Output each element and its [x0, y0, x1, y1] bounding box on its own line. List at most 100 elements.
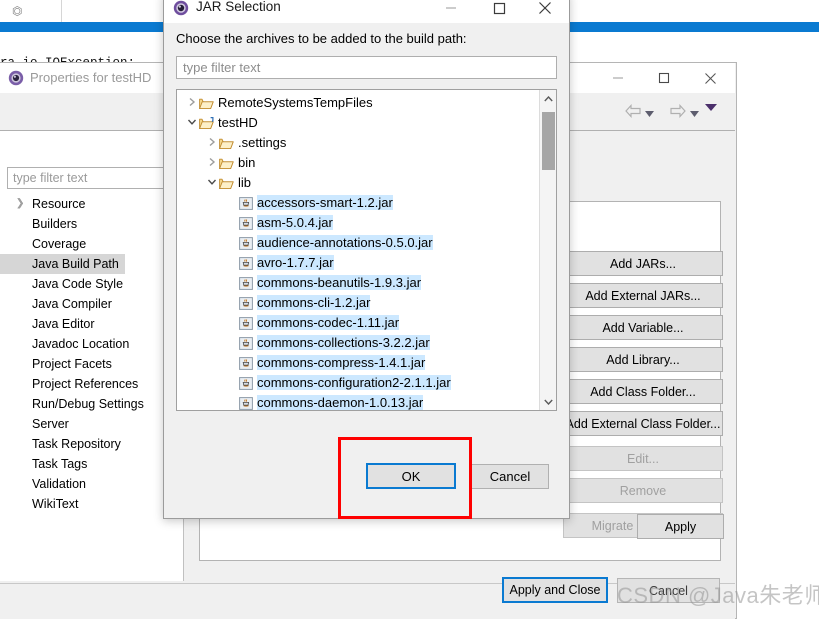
jar-tree-row[interactable]: commons-configuration2-2.1.1.jar — [177, 373, 537, 393]
jar-tree-row-label: asm-5.0.4.jar — [257, 215, 333, 230]
remove-button: Remove — [563, 478, 723, 503]
properties-nav-item[interactable]: Run/Debug Settings — [0, 394, 184, 414]
chevron-right-icon[interactable] — [205, 153, 218, 173]
back-nav-group[interactable] — [625, 103, 654, 121]
view-menu-icon[interactable] — [705, 104, 717, 111]
csdn-watermark: CSDN @Java朱老师 — [617, 583, 819, 608]
eclipse-gear-icon — [173, 0, 189, 16]
back-dropdown-icon[interactable] — [645, 106, 654, 120]
jar-cancel-button[interactable]: Cancel — [471, 464, 549, 489]
properties-nav-item[interactable]: Java Code Style — [0, 274, 184, 294]
jar-tree-row[interactable]: commons-codec-1.11.jar — [177, 313, 537, 333]
properties-nav-item[interactable]: Validation — [0, 474, 184, 494]
jar-icon — [239, 396, 253, 410]
properties-nav-item[interactable]: Builders — [0, 214, 184, 234]
jar-tree-row[interactable]: commons-beanutils-1.9.3.jar — [177, 273, 537, 293]
jar-tree-row[interactable]: .settings — [177, 133, 537, 153]
jar-tree-row[interactable]: asm-5.0.4.jar — [177, 213, 537, 233]
minimize-button[interactable] — [595, 63, 641, 93]
add-variable-button-label: Add Variable... — [602, 320, 684, 335]
jar-tree-row-label: commons-configuration2-2.1.1.jar — [257, 375, 451, 390]
chevron-down-icon[interactable] — [185, 113, 198, 133]
jar-tree-row-label: commons-beanutils-1.9.3.jar — [257, 275, 422, 290]
properties-nav-item[interactable]: Java Compiler — [0, 294, 184, 314]
properties-nav-item[interactable]: Project Facets — [0, 354, 184, 374]
jar-selection-title-label: JAR Selection — [196, 0, 281, 14]
forward-arrow-icon[interactable] — [670, 103, 686, 121]
jar-tree-scrollbar[interactable] — [539, 90, 556, 410]
maximize-button[interactable] — [641, 63, 687, 93]
add-external-jars-button-label: Add External JARs... — [585, 288, 701, 303]
scrollbar-thumb[interactable] — [542, 112, 555, 170]
jar-tree-row-label: commons-collections-3.2.2.jar — [257, 335, 430, 350]
close-button[interactable] — [687, 63, 733, 93]
apply-and-close-label: Apply and Close — [509, 583, 601, 597]
jar-selection-prompt: Choose the archives to be added to the b… — [176, 31, 467, 46]
forward-dropdown-icon[interactable] — [690, 106, 699, 120]
properties-nav-item[interactable]: Java Build Path — [0, 254, 125, 274]
add-library-button-label: Add Library... — [606, 352, 680, 367]
jar-tree-row[interactable]: bin — [177, 153, 537, 173]
jar-file-tree[interactable]: RemoteSystemsTempFiles testHD .settings bin… — [176, 89, 557, 411]
chevron-right-icon[interactable] — [205, 133, 218, 153]
add-jars-button-label: Add JARs... — [610, 256, 676, 271]
edit-button-label: Edit... — [627, 451, 659, 466]
properties-nav-tree[interactable]: ❯ Resource Builders Coverage Java Build Path… — [0, 194, 184, 514]
jar-tree-row[interactable]: commons-daemon-1.0.13.jar — [177, 393, 537, 410]
add-jars-button[interactable]: Add JARs... — [563, 251, 723, 276]
apply-button-label: Apply — [664, 519, 697, 534]
jar-selection-dialog: JAR Selection Choose the archives to be … — [163, 0, 570, 519]
jar-tree-row-label: bin — [238, 155, 256, 170]
jar-tree-row-label: commons-codec-1.11.jar — [257, 315, 400, 330]
jar-tree-row[interactable]: commons-cli-1.2.jar — [177, 293, 537, 313]
add-external-class-folder-button[interactable]: Add External Class Folder... — [563, 411, 723, 436]
jar-tree-row[interactable]: RemoteSystemsTempFiles — [177, 93, 537, 113]
add-class-folder-button[interactable]: Add Class Folder... — [563, 379, 723, 404]
eclipse-editor-tab[interactable]: ⏣ — [0, 0, 62, 22]
jar-tree-row-label: testHD — [218, 115, 258, 130]
properties-nav-item[interactable]: Task Repository — [0, 434, 184, 454]
jar-tree-row[interactable]: testHD — [177, 113, 537, 133]
jar-tree-row-label: .settings — [238, 135, 287, 150]
jar-tree-row-label: commons-daemon-1.0.13.jar — [257, 395, 424, 410]
chevron-right-icon[interactable] — [185, 93, 198, 113]
chevron-up-icon[interactable] — [540, 90, 556, 107]
maximize-button[interactable] — [476, 0, 522, 23]
apply-button[interactable]: Apply — [637, 514, 724, 539]
forward-nav-group[interactable] — [670, 103, 699, 121]
chevron-down-icon[interactable] — [540, 393, 556, 410]
jar-selection-titlebar: JAR Selection — [164, 0, 569, 23]
properties-nav-item[interactable]: Javadoc Location — [0, 334, 184, 354]
build-path-button-column: Add JARs... Add External JARs... Add Varia… — [563, 251, 723, 545]
jar-cancel-label: Cancel — [489, 469, 531, 484]
properties-nav-item[interactable]: Server — [0, 414, 184, 434]
properties-nav-item[interactable]: Coverage — [0, 234, 184, 254]
properties-filter-input[interactable]: type filter text — [7, 167, 183, 189]
jar-tree-row[interactable]: commons-compress-1.4.1.jar — [177, 353, 537, 373]
add-variable-button[interactable]: Add Variable... — [563, 315, 723, 340]
remove-button-label: Remove — [619, 483, 667, 498]
properties-nav-item[interactable]: Project References — [0, 374, 184, 394]
ok-button[interactable]: OK — [366, 463, 456, 489]
properties-nav-item[interactable]: Task Tags — [0, 454, 184, 474]
jar-selection-prompt-label: Choose the archives to be added to the b… — [176, 31, 467, 46]
close-button[interactable] — [522, 0, 568, 23]
chevron-down-icon[interactable] — [205, 173, 218, 193]
jar-tree-row-label: accessors-smart-1.2.jar — [257, 195, 393, 210]
jar-tree-row[interactable]: accessors-smart-1.2.jar — [177, 193, 537, 213]
add-library-button[interactable]: Add Library... — [563, 347, 723, 372]
minimize-button[interactable] — [428, 0, 474, 23]
jar-tree-row[interactable]: avro-1.7.7.jar — [177, 253, 537, 273]
editor-tab-icon: ⏣ — [12, 4, 23, 18]
back-arrow-icon[interactable] — [625, 103, 641, 121]
screenshot-root: ⏣ ra.io.IOException: Properties for test… — [0, 0, 819, 619]
chevron-right-icon[interactable]: ❯ — [16, 194, 28, 214]
jar-tree-row[interactable]: commons-collections-3.2.2.jar — [177, 333, 537, 353]
jar-tree-row[interactable]: audience-annotations-0.5.0.jar — [177, 233, 537, 253]
apply-and-close-button[interactable]: Apply and Close — [502, 577, 608, 603]
jar-tree-row[interactable]: lib — [177, 173, 537, 193]
properties-nav-item[interactable]: Java Editor — [0, 314, 184, 334]
add-external-jars-button[interactable]: Add External JARs... — [563, 283, 723, 308]
properties-title-label: Properties for testHD — [30, 70, 152, 85]
jar-filter-input[interactable]: type filter text — [176, 56, 557, 79]
